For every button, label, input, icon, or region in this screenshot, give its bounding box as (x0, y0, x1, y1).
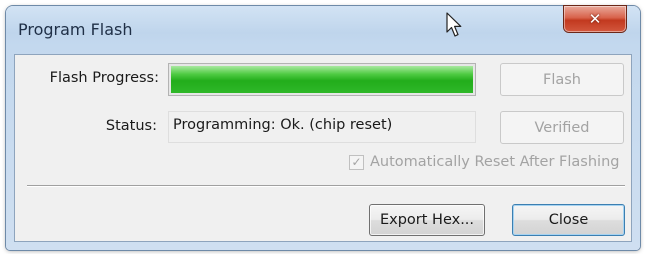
close-button[interactable]: Close (512, 204, 625, 236)
dialog-body: Flash Progress: Flash Status: Programmin… (14, 54, 632, 242)
verified-button[interactable]: Verified (500, 111, 624, 144)
close-icon: ✕ (588, 10, 602, 28)
auto-reset-label: Automatically Reset After Flashing (370, 154, 620, 170)
mouse-pointer-icon (446, 12, 462, 37)
title-bar[interactable]: Program Flash ✕ (6, 6, 640, 54)
flash-progress-bar (168, 63, 476, 96)
window-close-button[interactable]: ✕ (564, 6, 626, 32)
status-label: Status: (105, 118, 157, 134)
status-value: Programming: Ok. (chip reset) (168, 111, 476, 143)
checkmark-icon: ✓ (351, 155, 362, 169)
window-title: Program Flash (18, 20, 133, 39)
export-hex-button[interactable]: Export Hex... (369, 204, 485, 236)
separator (27, 185, 625, 187)
flash-progress-label: Flash Progress: (49, 70, 159, 86)
flash-progress-fill (171, 66, 473, 93)
flash-button[interactable]: Flash (500, 63, 624, 96)
program-flash-dialog: Program Flash ✕ Flash Progress: Flash St… (6, 6, 640, 250)
auto-reset-option[interactable]: ✓ Automatically Reset After Flashing (349, 152, 619, 172)
auto-reset-checkbox[interactable]: ✓ (349, 154, 364, 170)
